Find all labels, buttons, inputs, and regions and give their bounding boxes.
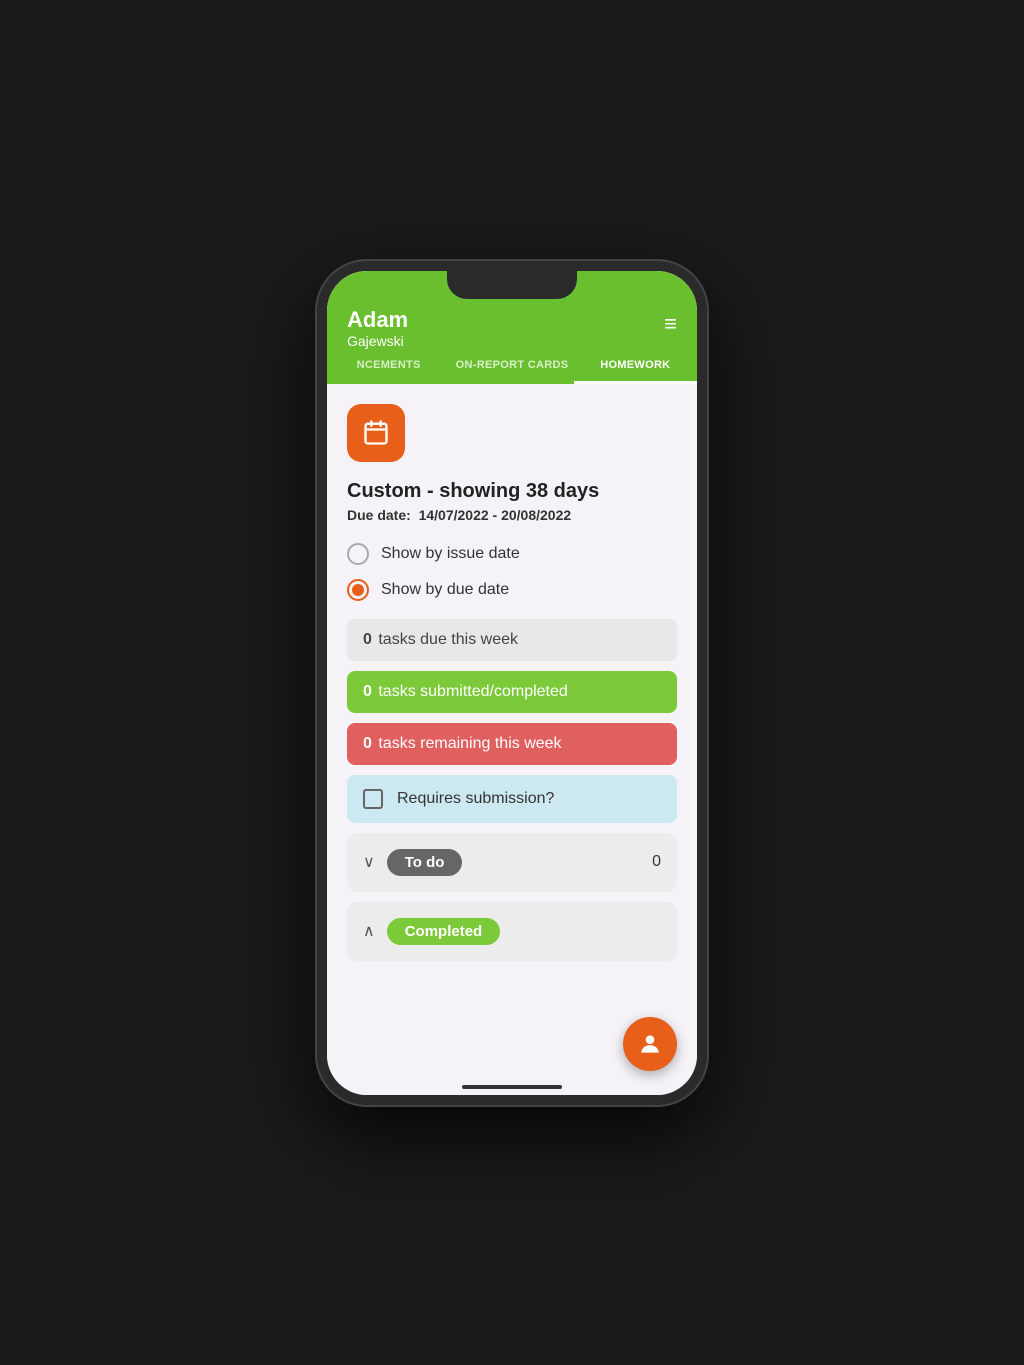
- tasks-remaining-count: 0: [363, 735, 372, 752]
- todo-count: 0: [652, 853, 661, 871]
- user-icon: [637, 1031, 663, 1057]
- submission-checkbox[interactable]: [363, 789, 383, 809]
- calendar-icon: [362, 419, 390, 447]
- completed-section-left: ∧ Completed: [363, 918, 500, 945]
- calendar-button[interactable]: [347, 404, 405, 462]
- tasks-remaining-label: tasks remaining this week: [378, 735, 561, 752]
- tab-report-cards[interactable]: ON-REPORT CARDS: [450, 349, 573, 384]
- radio-label-issue: Show by issue date: [381, 545, 520, 563]
- tasks-submitted-bar: 0 tasks submitted/completed: [347, 671, 677, 713]
- requires-submission-bar[interactable]: Requires submission?: [347, 775, 677, 823]
- tasks-due-count: 0: [363, 631, 372, 648]
- completed-badge: Completed: [387, 918, 501, 945]
- tab-bar: NCEMENTS ON-REPORT CARDS HOMEWORK: [327, 349, 697, 384]
- tab-announcements[interactable]: NCEMENTS: [327, 349, 450, 384]
- completed-section[interactable]: ∧ Completed: [347, 902, 677, 961]
- completed-chevron: ∧: [363, 921, 375, 941]
- user-name: Adam: [347, 307, 408, 333]
- date-range-subtitle: Due date: 14/07/2022 - 20/08/2022: [347, 507, 677, 523]
- screen: Adam Gajewski ≡ NCEMENTS ON-REPORT CARDS…: [327, 271, 697, 1095]
- todo-section[interactable]: ∨ To do 0: [347, 833, 677, 892]
- user-surname: Gajewski: [347, 333, 408, 349]
- todo-chevron: ∨: [363, 852, 375, 872]
- date-range-title: Custom - showing 38 days: [347, 480, 677, 503]
- tab-homework[interactable]: HOMEWORK: [574, 349, 697, 384]
- todo-section-left: ∨ To do: [363, 849, 462, 876]
- fab-button[interactable]: [623, 1017, 677, 1071]
- home-indicator: [462, 1085, 562, 1089]
- radio-circle-issue: [347, 543, 369, 565]
- tasks-remaining-bar: 0 tasks remaining this week: [347, 723, 677, 765]
- tasks-due-label: tasks due this week: [378, 631, 518, 648]
- tasks-due-bar: 0 tasks due this week: [347, 619, 677, 661]
- radio-circle-due: [347, 579, 369, 601]
- main-content: Custom - showing 38 days Due date: 14/07…: [327, 384, 697, 991]
- submission-label: Requires submission?: [397, 790, 554, 808]
- radio-label-due: Show by due date: [381, 581, 509, 599]
- tasks-submitted-label: tasks submitted/completed: [378, 683, 567, 700]
- header-user: Adam Gajewski: [347, 307, 408, 349]
- phone-frame: Adam Gajewski ≡ NCEMENTS ON-REPORT CARDS…: [317, 261, 707, 1105]
- due-date-value: 14/07/2022 - 20/08/2022: [419, 507, 572, 523]
- radio-issue-date[interactable]: Show by issue date: [347, 543, 677, 565]
- todo-badge: To do: [387, 849, 463, 876]
- radio-group: Show by issue date Show by due date: [347, 543, 677, 601]
- due-date-label: Due date:: [347, 507, 411, 523]
- notch: [447, 271, 577, 299]
- tasks-submitted-count: 0: [363, 683, 372, 700]
- menu-icon[interactable]: ≡: [664, 311, 677, 337]
- radio-due-date[interactable]: Show by due date: [347, 579, 677, 601]
